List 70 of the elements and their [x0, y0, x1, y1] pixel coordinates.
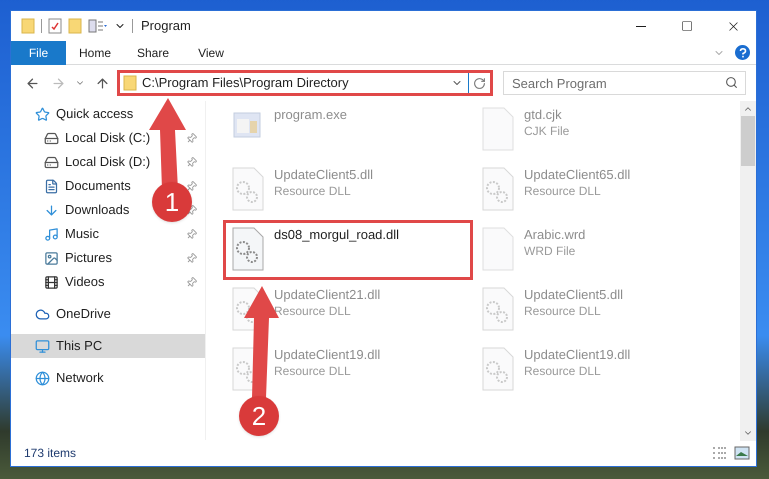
ribbon-tab[interactable]: View — [182, 40, 240, 64]
file-type: Resource DLL — [274, 303, 352, 319]
nav-item[interactable]: Documents — [44, 176, 131, 196]
gear-file-icon — [480, 347, 516, 391]
address-bar[interactable]: C:\Program Files\Program Directory — [117, 70, 493, 96]
scrollbar[interactable] — [740, 101, 756, 441]
search-field[interactable]: Search Program — [503, 71, 746, 95]
file-type: Resource DLL — [524, 303, 602, 319]
scroll-thumb[interactable] — [741, 116, 755, 166]
gear-file-icon — [230, 167, 266, 211]
gear-file-icon — [230, 227, 266, 271]
file-type: CJK File — [524, 123, 570, 139]
nav-item[interactable]: Pictures — [44, 248, 112, 268]
folder-icon — [123, 75, 137, 91]
down-arrow-icon — [44, 202, 59, 218]
globe-icon — [35, 370, 50, 386]
file-item[interactable]: ds08_morgul_road.dll — [230, 227, 466, 273]
nav-item[interactable]: OneDrive — [11, 302, 205, 326]
ribbon-tab[interactable]: Home — [66, 40, 124, 64]
refresh-icon[interactable] — [473, 76, 486, 90]
drive-icon — [44, 154, 59, 170]
file-name: ds08_morgul_road.dll — [274, 227, 400, 243]
cloud-icon — [35, 306, 50, 322]
file-menu-button[interactable]: File — [11, 40, 66, 64]
music-note-icon — [44, 226, 59, 242]
file-name: UpdateClient65.dll — [524, 167, 630, 183]
monitor-icon — [35, 338, 50, 354]
large-icons-view-icon[interactable] — [734, 446, 750, 460]
gear-file-icon — [480, 287, 516, 331]
file-type: WRD File — [524, 243, 576, 259]
drive-icon — [44, 130, 59, 146]
file-name: program.exe — [274, 107, 347, 123]
folder-icon — [21, 18, 35, 34]
address-path: C:\Program Files\Program Directory — [142, 74, 349, 92]
file-type: Resource DLL — [274, 183, 352, 199]
star-icon — [35, 106, 50, 122]
window-title: Program — [141, 17, 191, 36]
properties-icon[interactable] — [48, 18, 62, 34]
nav-item[interactable]: Local Disk (C:) — [44, 128, 150, 148]
file-name: UpdateClient19.dll — [274, 347, 380, 363]
nav-item[interactable]: This PC — [11, 334, 205, 358]
gear-file-icon — [480, 167, 516, 211]
nav-item[interactable]: Downloads — [44, 200, 130, 220]
file-type: Resource DLL — [524, 363, 602, 379]
forward-arrow-icon — [50, 76, 66, 90]
search-icon — [725, 76, 738, 89]
file-type: Resource DLL — [274, 363, 352, 379]
blank-file-icon — [480, 227, 516, 271]
help-icon[interactable] — [735, 45, 750, 60]
layout-icon[interactable] — [88, 19, 108, 33]
picture-icon — [44, 250, 59, 266]
film-icon — [44, 274, 59, 290]
nav-item[interactable]: Videos — [44, 272, 105, 292]
file-name: UpdateClient19.dll — [524, 347, 630, 363]
nav-item[interactable]: Local Disk (D:) — [44, 152, 150, 172]
file-name: UpdateClient5.dll — [274, 167, 374, 183]
file-name: UpdateClient5.dll — [524, 287, 624, 303]
file-name: UpdateClient21.dll — [274, 287, 380, 303]
file-name: gtd.cjk — [524, 107, 563, 123]
nav-item[interactable]: Network — [11, 366, 205, 390]
blank-file-icon — [480, 107, 516, 151]
ribbon-tab[interactable]: Share — [124, 40, 182, 64]
nav-item[interactable]: Music — [44, 224, 99, 244]
item-count: 173 items — [24, 445, 76, 462]
file-type: Resource DLL — [524, 183, 602, 199]
nav-item[interactable]: Quick access — [11, 102, 205, 126]
details-view-icon[interactable] — [712, 446, 728, 460]
maximize-icon — [681, 20, 693, 32]
document-icon — [44, 178, 59, 194]
file-name: Arabic.wrd — [524, 227, 586, 243]
